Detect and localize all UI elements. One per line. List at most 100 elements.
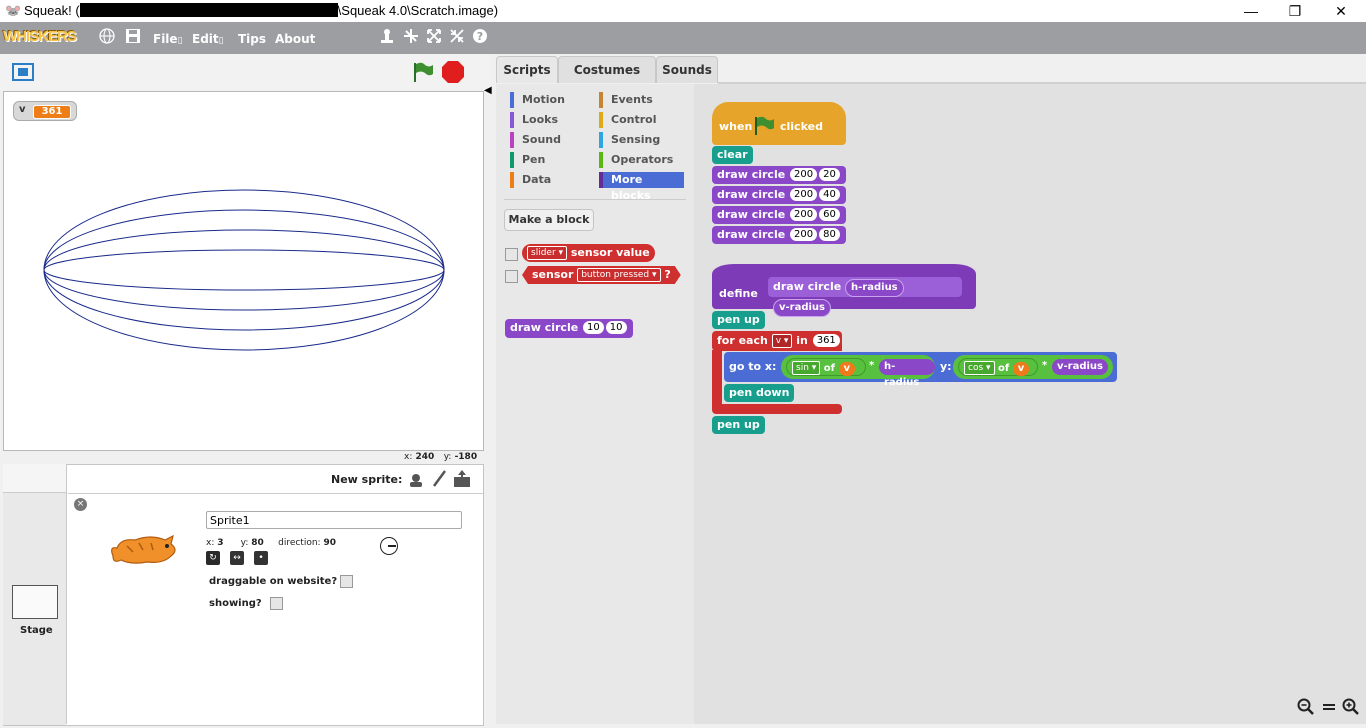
collapse-arrow-icon[interactable]: ◀ xyxy=(484,85,492,96)
for-each-bottom xyxy=(712,404,842,414)
grow-tool-icon[interactable] xyxy=(425,28,443,48)
category-sound[interactable]: Sound xyxy=(510,132,561,148)
when-flag-clicked-block[interactable]: when clicked xyxy=(712,102,846,145)
v-radius-reporter[interactable]: v-radius xyxy=(1052,359,1109,375)
sin-reporter[interactable]: sin ▾ of v xyxy=(786,358,866,376)
stage-label: Stage xyxy=(20,625,53,636)
ellipse-20 xyxy=(43,249,445,291)
draw-circle-call-2[interactable]: draw circle 200 40 xyxy=(712,186,846,204)
clear-block[interactable]: clear xyxy=(712,146,753,164)
tab-sounds[interactable]: Sounds xyxy=(656,56,718,83)
define-block[interactable]: define draw circle h-radius v-radius xyxy=(712,264,976,317)
draw-circle-call-4[interactable]: draw circle 200 80 xyxy=(712,226,846,244)
multiply-y-reporter[interactable]: cos ▾ of v * v-radius xyxy=(953,355,1113,379)
script-area[interactable]: when clicked clear draw circle 200 20 dra… xyxy=(694,84,1366,724)
palette-draw-circle-block[interactable]: draw circle 10 10 xyxy=(505,319,633,338)
window-title: Squeak! ( \Squeak 4.0\Scratch.image) xyxy=(24,3,498,18)
zoom-in-icon[interactable] xyxy=(1342,698,1360,720)
tips-menu[interactable]: Tips xyxy=(238,32,266,46)
category-operators[interactable]: Operators xyxy=(599,152,673,168)
h-radius-param: h-radius xyxy=(845,279,904,297)
sensor-pressed-checkbox[interactable] xyxy=(505,270,518,283)
edit-menu[interactable]: Edit▯ xyxy=(192,32,224,46)
category-motion[interactable]: Motion xyxy=(510,92,565,108)
sprite-position: x: 3 y: 80 direction: 90 xyxy=(206,538,336,548)
restore-button[interactable]: ❐ xyxy=(1272,0,1318,22)
sprite-name-field[interactable] xyxy=(206,511,462,529)
category-looks[interactable]: Looks xyxy=(510,112,558,128)
draw-circle-call-1[interactable]: draw circle 200 20 xyxy=(712,166,846,184)
pen-down-block[interactable]: pen down xyxy=(724,384,795,402)
category-control[interactable]: Control xyxy=(599,112,656,128)
sprite-pane: New sprite: × x: 3 y: 80 direction: 90 ↻… xyxy=(3,464,484,726)
dont-rotate-icon[interactable]: • xyxy=(254,551,268,565)
zoom-reset-icon[interactable] xyxy=(1321,698,1337,720)
close-sprite-info-icon[interactable]: × xyxy=(74,498,87,511)
sensor-value-block[interactable]: slider ▾ sensor value xyxy=(522,244,655,262)
globe-icon[interactable] xyxy=(98,28,116,48)
zoom-out-icon[interactable] xyxy=(1297,698,1315,720)
rotate-full-icon[interactable]: ↻ xyxy=(206,551,220,565)
rotate-left-right-icon[interactable]: ↔ xyxy=(230,551,244,565)
pen-up-block-1[interactable]: pen up xyxy=(712,311,765,329)
svg-text:?: ? xyxy=(477,30,483,43)
new-sprite-label: New sprite: xyxy=(331,473,403,486)
multiply-x-reporter[interactable]: sin ▾ of v * h-radius xyxy=(781,355,935,388)
go-to-block[interactable]: go to x: sin ▾ of v * h-radius y: cos ▾ … xyxy=(724,352,1117,388)
stop-icon[interactable] xyxy=(441,60,465,88)
squeak-mouse-icon: 🐭 xyxy=(5,3,22,18)
v-reporter: v xyxy=(1012,362,1030,376)
showing-checkbox[interactable] xyxy=(270,597,283,610)
category-pen[interactable]: Pen xyxy=(510,152,545,168)
paintbrush-icon[interactable] xyxy=(431,470,447,492)
ellipse-40 xyxy=(43,229,445,311)
title-prefix: Squeak! ( xyxy=(24,3,80,18)
tab-costumes[interactable]: Costumes xyxy=(558,56,656,83)
category-more-blocks[interactable]: More blocks xyxy=(599,172,684,202)
sensor-pressed-block[interactable]: sensor button pressed ▾ ? xyxy=(522,266,681,284)
import-sprite-icon[interactable] xyxy=(452,470,472,492)
sin-dropdown[interactable]: sin ▾ xyxy=(792,361,821,375)
category-data[interactable]: Data xyxy=(510,172,551,188)
about-menu[interactable]: About xyxy=(275,32,315,46)
make-a-block-button[interactable]: Make a block xyxy=(504,209,594,231)
stage-header xyxy=(0,54,490,90)
stage-thumbnail[interactable] xyxy=(12,585,58,619)
draw-circle-call-3[interactable]: draw circle 200 60 xyxy=(712,206,846,224)
menu-bar: WHISKERS File▯ Edit▯ Tips About ? xyxy=(0,22,1366,54)
title-suffix: \Squeak 4.0\Scratch.image) xyxy=(337,3,499,18)
cut-tool-icon[interactable] xyxy=(402,28,420,48)
draggable-checkbox[interactable] xyxy=(340,575,353,588)
minimize-button[interactable]: — xyxy=(1228,0,1274,22)
file-menu[interactable]: File▯ xyxy=(153,32,183,46)
for-each-var-dropdown[interactable]: v ▾ xyxy=(771,334,793,348)
button-pressed-dropdown[interactable]: button pressed ▾ xyxy=(577,268,660,282)
cos-reporter[interactable]: cos ▾ of v xyxy=(958,358,1038,376)
category-events[interactable]: Events xyxy=(599,92,653,108)
showing-label: showing? xyxy=(209,598,262,609)
sprite-thumbnail xyxy=(107,532,179,570)
slider-dropdown[interactable]: slider ▾ xyxy=(527,246,568,260)
tab-scripts[interactable]: Scripts xyxy=(496,56,558,83)
title-bar: 🐭 Squeak! (\Squeak 4.0\Scratch.image) — … xyxy=(0,0,1366,22)
category-sensing[interactable]: Sensing xyxy=(599,132,660,148)
for-each-block[interactable]: for each v ▾ in 361 xyxy=(712,331,842,351)
sensor-value-checkbox[interactable] xyxy=(505,248,518,261)
direction-dial-icon[interactable] xyxy=(380,537,398,555)
ellipse-60 xyxy=(43,209,445,331)
green-flag-icon[interactable] xyxy=(412,61,434,87)
block-palette: Motion Looks Sound Pen Data Events Contr… xyxy=(496,84,694,724)
stage-canvas[interactable]: v 361 xyxy=(3,91,484,451)
pen-up-block-2[interactable]: pen up xyxy=(712,416,765,434)
close-button[interactable]: ✕ xyxy=(1318,0,1364,22)
paint-new-sprite-icon[interactable] xyxy=(407,470,425,492)
cos-dropdown[interactable]: cos ▾ xyxy=(964,361,995,375)
help-icon[interactable]: ? xyxy=(471,28,489,48)
save-icon[interactable] xyxy=(124,28,142,48)
presentation-mode-icon[interactable] xyxy=(12,63,34,85)
h-radius-reporter[interactable]: h-radius xyxy=(879,359,935,388)
green-flag-icon xyxy=(753,116,775,140)
duplicate-tool-icon[interactable] xyxy=(378,28,396,48)
shrink-tool-icon[interactable] xyxy=(448,28,466,48)
define-prototype: draw circle h-radius v-radius xyxy=(768,277,962,317)
